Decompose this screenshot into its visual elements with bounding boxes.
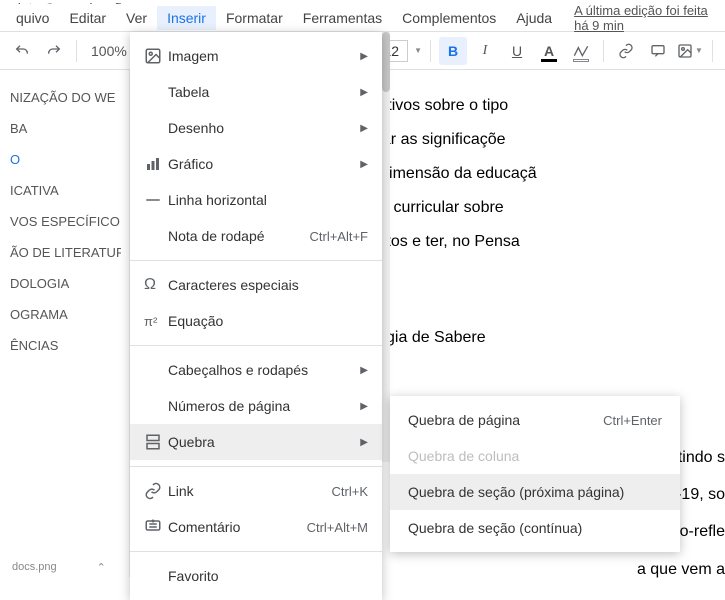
menu-item-linha-horizontal[interactable]: Linha horizontal xyxy=(130,182,382,218)
footer-filename: docs.png xyxy=(12,561,57,573)
menu-item-comentário[interactable]: ComentárioCtrl+Alt+M xyxy=(130,509,382,545)
menu-separator xyxy=(130,345,382,346)
insert-image-button[interactable]: ▼ xyxy=(676,37,704,65)
menu-shortcut: Ctrl+K xyxy=(332,484,368,499)
link-icon xyxy=(144,482,168,500)
menu-item-label: Desenho xyxy=(168,120,354,136)
menu-ajuda[interactable]: Ajuda xyxy=(506,6,562,30)
menu-item-label: Favorito xyxy=(168,568,368,584)
chart-icon xyxy=(144,155,168,173)
menu-shortcut: Ctrl+Alt+M xyxy=(307,520,368,535)
comment-icon xyxy=(144,518,168,536)
outline-item[interactable]: O xyxy=(0,144,121,175)
menu-item-números-de-página[interactable]: Números de página ▶ xyxy=(130,388,382,424)
menu-item-nota-de-rodapé[interactable]: Nota de rodapéCtrl+Alt+F xyxy=(130,218,382,254)
menu-item-label: Gráfico xyxy=(168,156,354,172)
text-color-button[interactable]: A xyxy=(535,37,563,65)
omega-icon: Ω xyxy=(144,276,168,294)
menu-separator xyxy=(130,260,382,261)
menu-editar[interactable]: Editar xyxy=(59,6,116,30)
separator xyxy=(76,40,77,62)
italic-button[interactable]: I xyxy=(471,37,499,65)
menu-item-desenho[interactable]: Desenho ▶ xyxy=(130,110,382,146)
menu-item-tabela[interactable]: Tabela ▶ xyxy=(130,74,382,110)
menu-item-label: Imagem xyxy=(168,48,354,64)
menu-ferramentas[interactable]: Ferramentas xyxy=(293,6,392,30)
menu-item-caracteres-especiais[interactable]: ΩCaracteres especiais xyxy=(130,267,382,303)
undo-button[interactable] xyxy=(8,37,36,65)
menu-formatar[interactable]: Formatar xyxy=(216,6,293,30)
submenu-arrow-icon: ▶ xyxy=(360,159,368,170)
submenu-arrow-icon: ▶ xyxy=(360,401,368,412)
break-icon xyxy=(144,433,168,451)
submenu-item-quebra-de-p-gina[interactable]: Quebra de páginaCtrl+Enter xyxy=(390,402,680,438)
menu-item-label: Nota de rodapé xyxy=(168,228,309,244)
submenu-arrow-icon: ▶ xyxy=(360,87,368,98)
menu-bar: quivoEditarVerInserirFormatarFerramentas… xyxy=(0,4,725,32)
menu-item-cabeçalhos-e-rodapés[interactable]: Cabeçalhos e rodapés ▶ xyxy=(130,352,382,388)
menu-quivo[interactable]: quivo xyxy=(6,6,59,30)
menu-item-imagem[interactable]: Imagem ▶ xyxy=(130,38,382,74)
menu-shortcut: Ctrl+Alt+F xyxy=(309,229,368,244)
menu-separator xyxy=(130,466,382,467)
insert-link-button[interactable] xyxy=(612,37,640,65)
bold-button[interactable]: B xyxy=(439,37,467,65)
menu-item-label: Link xyxy=(168,483,332,499)
outline-item[interactable]: ÊNCIAS xyxy=(0,330,121,361)
outline-item[interactable]: ÃO DE LITERATURA xyxy=(0,237,121,268)
submenu-arrow-icon: ▶ xyxy=(360,365,368,376)
menu-item-gráfico[interactable]: Gráfico ▶ xyxy=(130,146,382,182)
menu-item-equação[interactable]: π²Equação xyxy=(130,303,382,339)
submenu-item-quebra-de-se-o-pr-xima-p-gina-[interactable]: Quebra de seção (próxima página) xyxy=(390,474,680,510)
menu-item-label: Equação xyxy=(168,313,368,329)
submenu-arrow-icon: ▶ xyxy=(360,51,368,62)
underline-button[interactable]: U xyxy=(503,37,531,65)
separator xyxy=(430,40,431,62)
submenu-arrow-icon: ▶ xyxy=(360,437,368,448)
menu-item-label: Caracteres especiais xyxy=(168,277,368,293)
menu-inserir[interactable]: Inserir xyxy=(157,6,216,30)
document-outline: NIZAÇÃO DO WEBAOICATIVAVOS ESPECÍFICOÃO … xyxy=(0,70,130,577)
outline-item[interactable]: VOS ESPECÍFICO xyxy=(0,206,121,237)
submenu-arrow-icon: ▶ xyxy=(360,123,368,134)
menu-scrollbar[interactable] xyxy=(382,32,390,462)
submenu-label: Quebra de seção (contínua) xyxy=(408,520,662,536)
insert-menu: Imagem ▶ Tabela ▶ Desenho ▶ Gráfico ▶ Linha hori… xyxy=(130,32,382,600)
submenu-label: Quebra de seção (próxima página) xyxy=(408,484,662,500)
insert-comment-button[interactable] xyxy=(644,37,672,65)
redo-button[interactable] xyxy=(40,37,68,65)
last-edit-note[interactable]: A última edição foi feita há 9 min xyxy=(574,3,719,33)
highlight-button[interactable] xyxy=(567,37,595,65)
menu-item-quebra[interactable]: Quebra ▶ xyxy=(130,424,382,460)
submenu-item-quebra-de-se-o-cont-nua-[interactable]: Quebra de seção (contínua) xyxy=(390,510,680,546)
outline-item[interactable]: ICATIVA xyxy=(0,175,121,206)
separator xyxy=(603,40,604,62)
menu-ver[interactable]: Ver xyxy=(116,6,157,30)
footer-chevron-icon[interactable]: ⌃ xyxy=(97,561,106,574)
separator xyxy=(712,40,713,62)
menu-item-label: Comentário xyxy=(168,519,307,535)
menu-complementos[interactable]: Complementos xyxy=(392,6,506,30)
outline-item[interactable]: NIZAÇÃO DO WE xyxy=(0,82,121,113)
submenu-item-quebra-de-coluna: Quebra de coluna xyxy=(390,438,680,474)
outline-item[interactable]: OGRAMA xyxy=(0,299,121,330)
outline-item[interactable]: DOLOGIA xyxy=(0,268,121,299)
menu-item-favorito[interactable]: Favorito xyxy=(130,558,382,594)
submenu-label: Quebra de página xyxy=(408,412,603,428)
outline-item[interactable]: BA xyxy=(0,113,121,144)
menu-item-label: Números de página xyxy=(168,398,354,414)
menu-item-link[interactable]: LinkCtrl+K xyxy=(130,473,382,509)
menu-separator xyxy=(130,551,382,552)
footer: docs.png ⌃ xyxy=(0,557,106,577)
break-submenu: Quebra de páginaCtrl+Enter Quebra de colu… xyxy=(390,396,680,552)
menu-item-label: Tabela xyxy=(168,84,354,100)
menu-item-label: Quebra xyxy=(168,434,354,450)
hr-icon xyxy=(144,191,168,209)
pi-icon: π² xyxy=(144,314,168,329)
image-icon xyxy=(144,47,168,65)
submenu-shortcut: Ctrl+Enter xyxy=(603,413,662,428)
menu-item-label: Cabeçalhos e rodapés xyxy=(168,362,354,378)
menu-item-label: Linha horizontal xyxy=(168,192,368,208)
submenu-label: Quebra de coluna xyxy=(408,448,662,464)
